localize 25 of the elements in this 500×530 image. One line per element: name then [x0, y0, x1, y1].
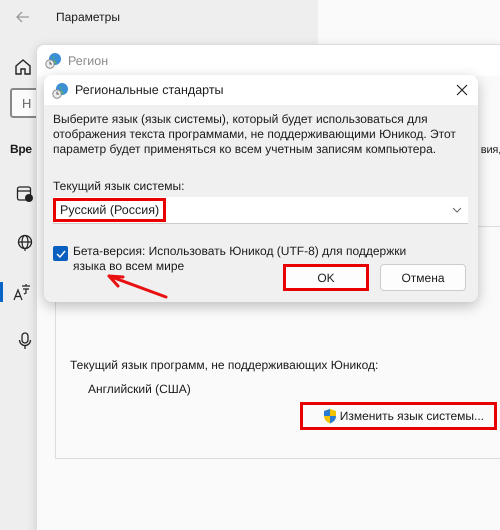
unicode-language-label: Текущий язык программ, не поддерживающих Юникод: [70, 358, 380, 372]
change-system-language-button[interactable]: Изменить язык системы... [300, 402, 497, 430]
calendar-clock-icon [16, 185, 34, 203]
globe-clock-icon [52, 82, 69, 98]
system-language-dropdown[interactable]: Русский (Россия) [53, 197, 468, 224]
system-language-label: Текущий язык системы: [53, 179, 186, 193]
microphone-icon [16, 332, 34, 350]
home-icon[interactable] [14, 58, 32, 76]
unicode-language-value: Английский (США) [88, 382, 192, 396]
section-heading: Вре [10, 142, 32, 156]
ok-button[interactable]: OK [283, 264, 369, 291]
chevron-down-icon [452, 207, 462, 213]
globe-icon [16, 234, 34, 252]
window-title: Параметры [56, 10, 120, 24]
language-icon [13, 283, 31, 301]
close-icon[interactable] [456, 84, 468, 96]
checkmark-icon [56, 250, 66, 258]
tab-text: вия, [480, 144, 500, 156]
checkbox[interactable] [53, 246, 68, 261]
dialog-title: Регион [68, 54, 108, 68]
globe-clock-icon [45, 52, 62, 69]
shield-icon [322, 408, 337, 424]
dialog-title: Региональные стандарты [75, 83, 225, 97]
description-text: Выберите язык (язык системы), который будет использоваться для отображения текста программами, не поддерживающими Юникод. Этот параметр будет применяться ко всем учетным записям компьютера. [53, 112, 457, 157]
cancel-button[interactable]: Отмена [380, 264, 466, 291]
